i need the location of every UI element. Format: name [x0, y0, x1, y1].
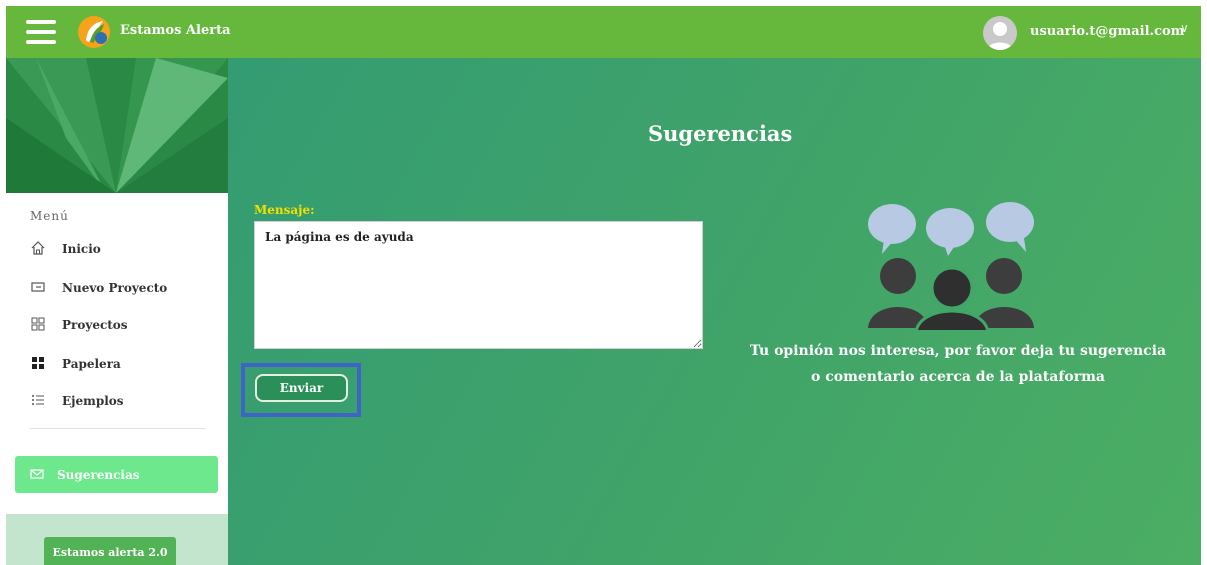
sidebar-item-label: Inicio [62, 242, 101, 256]
brand-name: Estamos Alerta [120, 23, 231, 38]
main-content: Sugerencias Mensaje: La página es de ayu… [228, 58, 1201, 565]
send-button[interactable]: Enviar [255, 374, 348, 402]
sidebar: Menú Inicio Nuevo Proyecto Proyectos Pap… [6, 58, 228, 565]
sidebar-footer: Estamos alerta 2.0 [6, 514, 228, 565]
cta-text: Tu opinión nos interesa, por favor deja … [728, 338, 1188, 390]
sidebar-item-label: Nuevo Proyecto [62, 281, 168, 295]
people-chat-icon [868, 202, 1034, 330]
message-textarea[interactable]: La página es de ayuda [254, 221, 703, 349]
sidebar-item-nuevo-proyecto[interactable]: Nuevo Proyecto [30, 277, 167, 299]
user-avatar-icon [987, 22, 1013, 50]
trash-grid-icon [30, 356, 46, 372]
sidebar-item-label: Ejemplos [62, 394, 124, 408]
list-icon [30, 393, 46, 409]
menu-title: Menú [30, 209, 69, 223]
cta-line-1: Tu opinión nos interesa, por favor deja … [749, 343, 1167, 359]
version-button[interactable]: Estamos alerta 2.0 [44, 537, 176, 565]
sidebar-item-label: Proyectos [62, 318, 128, 332]
avatar[interactable] [983, 16, 1017, 50]
page-title: Sugerencias [648, 121, 793, 146]
sidebar-divider [30, 428, 206, 429]
home-icon [30, 241, 46, 257]
message-label: Mensaje: [254, 203, 315, 217]
user-email[interactable]: usuario.t@gmail.com [1030, 24, 1184, 39]
new-project-icon [30, 280, 46, 296]
hamburger-menu-icon[interactable] [26, 20, 56, 44]
sidebar-item-label: Sugerencias [57, 467, 140, 482]
chevron-down-icon[interactable]: ∨ [1180, 21, 1189, 35]
sidebar-item-papelera[interactable]: Papelera [30, 353, 121, 375]
sidebar-item-label: Papelera [62, 357, 121, 371]
app-logo [78, 16, 110, 48]
mail-icon [29, 467, 45, 483]
sidebar-item-proyectos[interactable]: Proyectos [30, 314, 128, 336]
top-bar: Estamos Alerta usuario.t@gmail.com ∨ [6, 6, 1201, 58]
app-window: Estamos Alerta usuario.t@gmail.com ∨ Men… [6, 6, 1201, 565]
sidebar-banner [6, 58, 228, 193]
grid-icon [30, 317, 46, 333]
sidebar-item-inicio[interactable]: Inicio [30, 238, 101, 260]
sidebar-item-sugerencias[interactable]: Sugerencias [15, 456, 218, 493]
cta-line-2: o comentario acerca de la plataforma [811, 369, 1105, 385]
sidebar-item-ejemplos[interactable]: Ejemplos [30, 390, 124, 412]
